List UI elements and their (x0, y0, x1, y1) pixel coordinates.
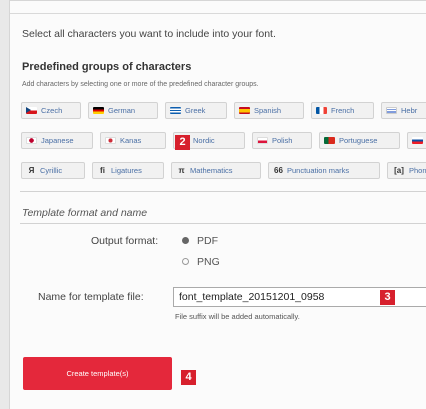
group-button-spanish[interactable]: Spanish (234, 102, 304, 119)
group-label: Portuguese (339, 136, 378, 145)
create-template-button[interactable]: Create template(s) (23, 357, 172, 390)
group-button-phonetic[interactable]: [a] Phone (387, 162, 426, 179)
flag-poland-icon (257, 137, 268, 144)
font-template-panel: Select all characters you want to includ… (9, 0, 426, 409)
flag-japan-icon (26, 137, 37, 144)
intro-text: Select all characters you want to includ… (22, 28, 276, 40)
group-label: Polish (272, 136, 293, 145)
flag-korea-icon (105, 137, 116, 144)
groups-title: Predefined groups of characters (22, 61, 192, 73)
ligature-symbol-icon: fi (100, 166, 105, 175)
radio-png[interactable]: PNG (182, 256, 220, 268)
flag-czech-icon (26, 107, 37, 114)
file-suffix-hint: File suffix will be added automatically. (175, 312, 300, 321)
group-label: Ligatures (111, 166, 142, 175)
group-button-mathematics[interactable]: π Mathematics (171, 162, 261, 179)
top-divider (10, 13, 426, 14)
section-divider (20, 223, 426, 224)
group-button-polish[interactable]: Polish (252, 132, 312, 149)
radio-pdf-label: PDF (197, 235, 218, 247)
group-label: Phone (409, 166, 426, 175)
group-button-cyrillic[interactable]: Я Cyrillic (21, 162, 85, 179)
group-label: Mathematics (190, 166, 233, 175)
group-button-slovak[interactable] (407, 132, 426, 149)
group-label: Punctuation marks (287, 166, 350, 175)
group-button-japanese[interactable]: Japanese (21, 132, 93, 149)
group-button-ligatures[interactable]: fi Ligatures (92, 162, 164, 179)
group-button-german[interactable]: German (88, 102, 158, 119)
annotation-badge: 2 (175, 135, 190, 150)
group-label: Czech (41, 106, 63, 115)
phonetic-symbol-icon: [a] (394, 166, 404, 175)
output-format-label: Output format: (91, 235, 159, 247)
group-label: Nordic (193, 136, 215, 145)
groups-subtitle: Add characters by selecting one or more … (22, 81, 259, 88)
annotation-badge: 4 (181, 370, 196, 385)
group-label: French (331, 106, 355, 115)
group-label: Spanish (254, 106, 282, 115)
flag-portugal-icon (324, 137, 335, 144)
math-symbol-icon: π (178, 166, 185, 175)
flag-germany-icon (93, 107, 104, 114)
radio-png-label: PNG (197, 256, 220, 268)
flag-spain-icon (239, 107, 250, 114)
group-label: Kanas (120, 136, 142, 145)
group-button-greek[interactable]: Greek (165, 102, 227, 119)
group-label: Hebr (401, 106, 418, 115)
radio-unchecked-icon (182, 258, 189, 265)
group-label: Cyrillic (40, 166, 63, 175)
flag-greece-icon (170, 107, 181, 114)
flag-israel-icon (386, 107, 397, 114)
section-divider (20, 191, 426, 192)
template-name-label: Name for template file: (38, 291, 144, 303)
group-button-kanas[interactable]: Kanas (100, 132, 166, 149)
flag-slovakia-icon (412, 137, 423, 144)
radio-pdf[interactable]: PDF (182, 235, 218, 247)
radio-checked-icon (182, 237, 189, 244)
group-label: Japanese (41, 136, 74, 145)
group-button-french[interactable]: French (311, 102, 374, 119)
flag-france-icon (316, 107, 327, 114)
group-label: German (108, 106, 136, 115)
group-button-czech[interactable]: Czech (21, 102, 81, 119)
group-button-hebrew[interactable]: Hebr (381, 102, 426, 119)
cyrillic-symbol-icon: Я (28, 166, 35, 175)
group-button-portuguese[interactable]: Portuguese (319, 132, 400, 149)
annotation-badge: 3 (380, 290, 395, 305)
template-section-title: Template format and name (22, 207, 148, 219)
group-button-punctuation[interactable]: 66 Punctuation marks (268, 162, 380, 179)
quote-symbol-icon: 66 (274, 166, 283, 175)
group-label: Greek (185, 106, 206, 115)
